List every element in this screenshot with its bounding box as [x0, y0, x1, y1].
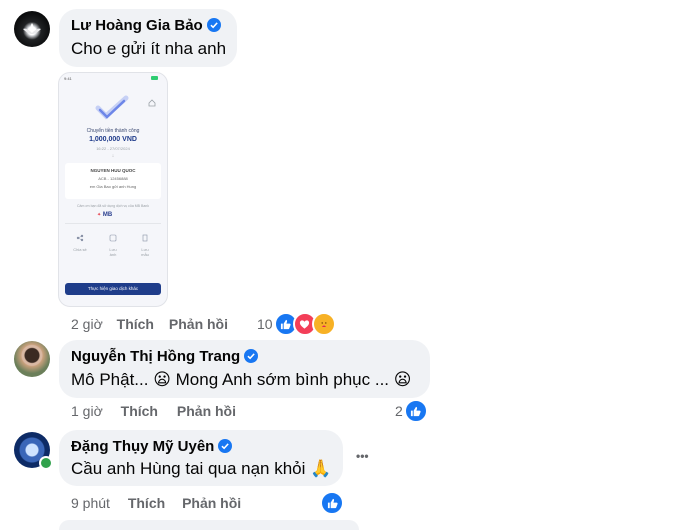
save-image-action[interactable]: Lưu ảnh [106, 229, 120, 257]
more-options-button[interactable]: ••• [356, 449, 369, 463]
comment-time[interactable]: 9 phút [71, 495, 110, 511]
comment-actions: 1 giờ Thích Phản hồi [71, 403, 236, 419]
save-template-action[interactable]: Lưu mẫu [138, 229, 152, 257]
comment-text: Cho e gửi ít nha anh [71, 39, 227, 58]
thanks-text: Cảm ơn bạn đã sử dụng dịch vụ của MB Ban… [77, 204, 149, 208]
share-action[interactable]: Chia sẻ [73, 229, 87, 252]
transfer-amount: 1,000,000 VND [89, 136, 137, 143]
reaction-count: 10 [257, 316, 273, 332]
bank-logo: ✦ MB [97, 212, 113, 218]
transfer-datetime: 16:22 - 27/07/2024 [96, 146, 130, 151]
new-transaction-button[interactable]: Thực hiện giao dịch khác [65, 283, 161, 295]
home-icon [148, 94, 156, 107]
reply-button[interactable]: Phản hồi [177, 403, 236, 419]
like-button[interactable]: Thích [121, 403, 158, 419]
comment-text: Cầu anh Hùng tai qua nạn khỏi 🙏 [71, 459, 332, 478]
recipient-account: ACB - 12456888 [98, 176, 128, 181]
avatar[interactable] [14, 341, 50, 377]
share-icon [76, 234, 84, 242]
battery-icon [151, 76, 158, 80]
comment-actions: 2 giờ Thích Phản hồi [71, 316, 228, 332]
verified-badge-icon [206, 18, 221, 32]
online-status-icon [39, 456, 53, 470]
comment-text: Mô Phật... 😦 Mong Anh sớm bình phục ... … [71, 370, 412, 389]
reply-button[interactable]: Phản hồi [169, 316, 228, 332]
status-bar: 9:41 [64, 76, 72, 81]
comment-author[interactable]: Đặng Thụy Mỹ Uyên [71, 438, 233, 455]
like-reaction-icon [403, 399, 428, 423]
transfer-note: em Gia Bao gửi anh Hung [89, 184, 137, 189]
success-check-icon [95, 95, 129, 120]
like-button[interactable]: Thích [117, 316, 154, 332]
next-comment-bubble [59, 520, 359, 530]
arrow-down-icon: ↓ [111, 153, 115, 159]
comment-time[interactable]: 1 giờ [71, 403, 103, 419]
reply-button[interactable]: Phản hồi [182, 495, 241, 511]
avatar[interactable] [14, 11, 50, 47]
like-button[interactable]: Thích [128, 495, 165, 511]
reactions-summary[interactable] [320, 491, 344, 515]
comment-actions: 9 phút Thích Phản hồi [71, 495, 241, 511]
comment-time[interactable]: 2 giờ [71, 316, 103, 332]
reactions-summary[interactable]: 10 [257, 312, 336, 336]
care-reaction-icon [311, 312, 336, 336]
lotus-icon [23, 23, 41, 34]
verified-badge-icon [244, 349, 259, 363]
reaction-count: 2 [395, 403, 403, 419]
reactions-summary[interactable]: 2 [395, 399, 428, 423]
image-icon [109, 234, 117, 242]
comment-author[interactable]: Lư Hoàng Gia Bảo [71, 17, 221, 34]
verified-badge-icon [218, 439, 233, 453]
attachment-image[interactable]: 9:41 Chuyển tiền thành công 1,000,000 VN… [58, 72, 168, 307]
like-reaction-icon [320, 491, 344, 515]
comment-author[interactable]: Nguyễn Thị Hồng Trang [71, 348, 259, 365]
recipient-name: NGUYEN HUU QUOC [90, 168, 136, 173]
transfer-title: Chuyển tiền thành công [86, 128, 140, 134]
template-icon [142, 234, 148, 242]
divider [65, 223, 161, 224]
